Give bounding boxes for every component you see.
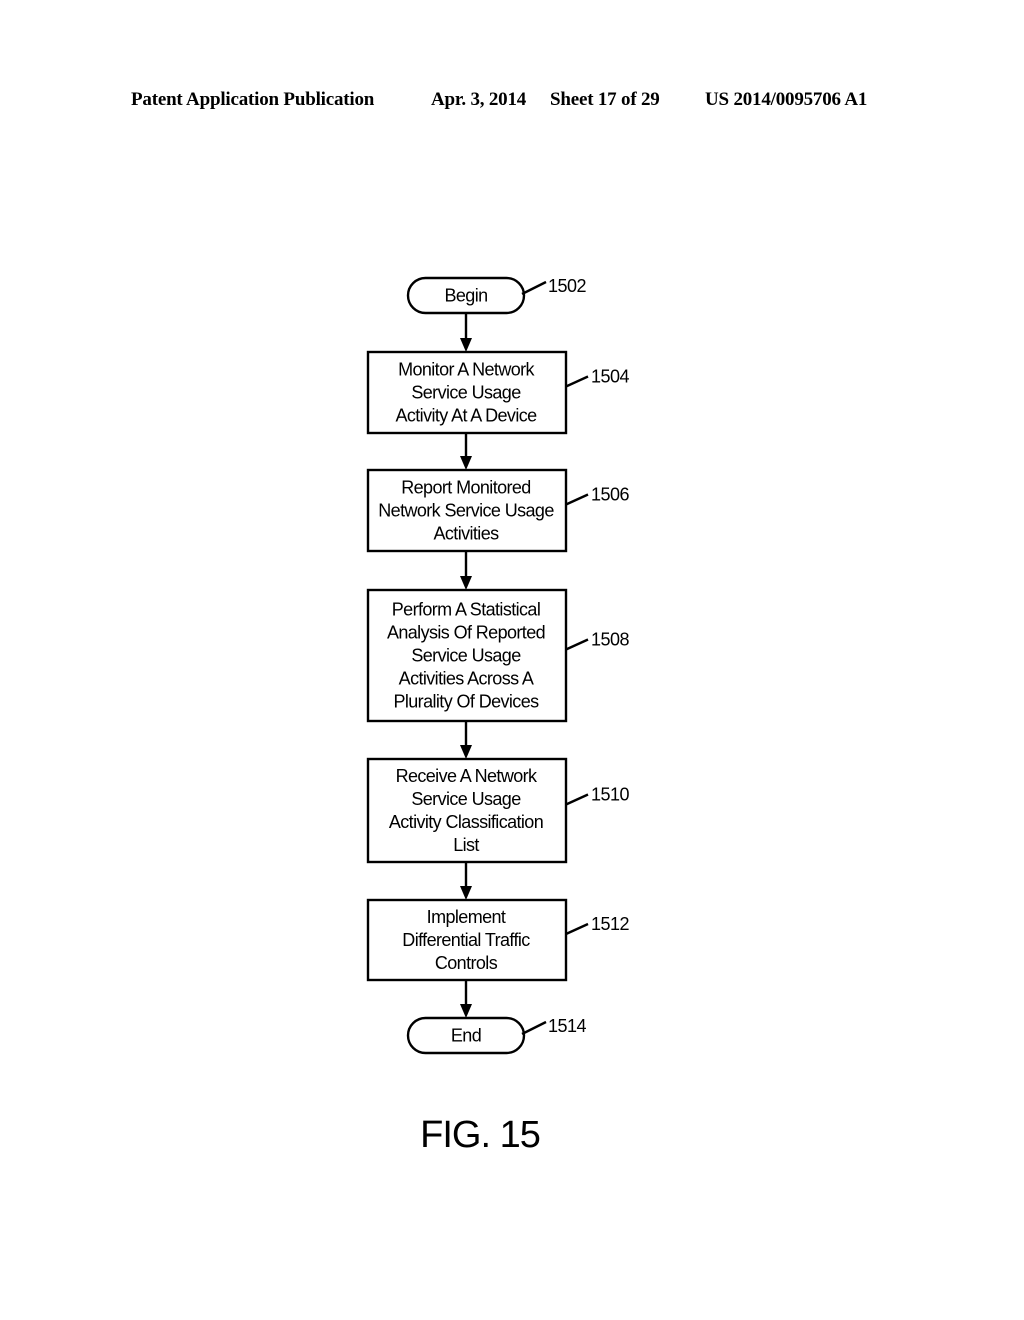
arrow-head-icon — [460, 576, 472, 590]
flow-arrow-1502-1504 — [460, 313, 472, 352]
arrow-head-icon — [460, 456, 472, 470]
reference-number: 1512 — [591, 914, 630, 934]
node-text-line: Activity Classification — [389, 812, 543, 832]
reference-leader-line — [565, 638, 589, 651]
node-text-line: Report Monitored — [401, 478, 530, 498]
node-text-line: Service Usage — [411, 383, 521, 403]
arrow-head-icon — [460, 338, 472, 352]
node-text-line: Network Service Usage — [378, 501, 554, 521]
node-text-line: List — [453, 835, 479, 855]
node-text-line: Controls — [435, 953, 498, 973]
node-text-line: Activities — [433, 524, 499, 544]
node-text-line: Begin — [444, 286, 487, 306]
reference-leader-line — [565, 493, 589, 506]
figure-label: FIG. 15 — [420, 1114, 540, 1156]
reference-leader-line — [565, 375, 589, 388]
node-text-line: Service Usage — [411, 646, 521, 666]
reference-number: 1504 — [591, 367, 630, 387]
flow-node-1506: Report Monitored Network Service Usage Act… — [366, 468, 630, 553]
flow-node-1508: Perform A Statistical Analysis Of Reporte… — [366, 588, 630, 723]
node-text-line: End — [451, 1026, 481, 1046]
node-text-line: Activity At A Device — [395, 406, 537, 426]
node-text-line: Differential Traffic — [402, 930, 530, 950]
node-text-line: Receive A Network — [396, 766, 538, 786]
node-text-line: Activities Across A — [399, 669, 534, 689]
node-text-line: Analysis Of Reported — [387, 623, 545, 643]
reference-number: 1514 — [548, 1016, 587, 1036]
node-text-line: Implement — [427, 907, 506, 927]
reference-number: 1506 — [591, 485, 630, 505]
flow-node-1514: End 1514 — [406, 1016, 587, 1055]
node-text-line: Perform A Statistical — [392, 600, 540, 620]
reference-number: 1502 — [548, 276, 587, 296]
arrow-head-icon — [460, 745, 472, 759]
flow-node-1510: Receive A Network Service Usage Activity C… — [366, 757, 630, 864]
flow-arrow-1512-1514 — [460, 980, 472, 1018]
node-text-line: Plurality Of Devices — [393, 692, 539, 712]
reference-leader-line — [565, 922, 589, 936]
flow-arrow-1508-1510 — [460, 721, 472, 759]
reference-leader-line — [521, 1020, 547, 1036]
node-text-line: Monitor A Network — [398, 360, 535, 380]
flow-node-1502: Begin 1502 — [406, 276, 587, 315]
node-text-line: Service Usage — [411, 789, 521, 809]
reference-number: 1510 — [591, 785, 630, 805]
flowchart: Begin 1502 Monitor A Network Service Usage A… — [366, 276, 630, 1156]
arrow-head-icon — [460, 1004, 472, 1018]
flow-arrow-1506-1508 — [460, 551, 472, 590]
flow-node-1504: Monitor A Network Service Usage Activity A… — [366, 350, 630, 435]
flow-arrow-1504-1506 — [460, 433, 472, 470]
reference-leader-line — [565, 793, 589, 806]
reference-leader-line — [521, 280, 547, 296]
reference-number: 1508 — [591, 630, 630, 650]
flow-arrow-1510-1512 — [460, 862, 472, 900]
flow-node-1512: Implement Differential Traffic Controls 151… — [366, 898, 630, 982]
arrow-head-icon — [460, 886, 472, 900]
